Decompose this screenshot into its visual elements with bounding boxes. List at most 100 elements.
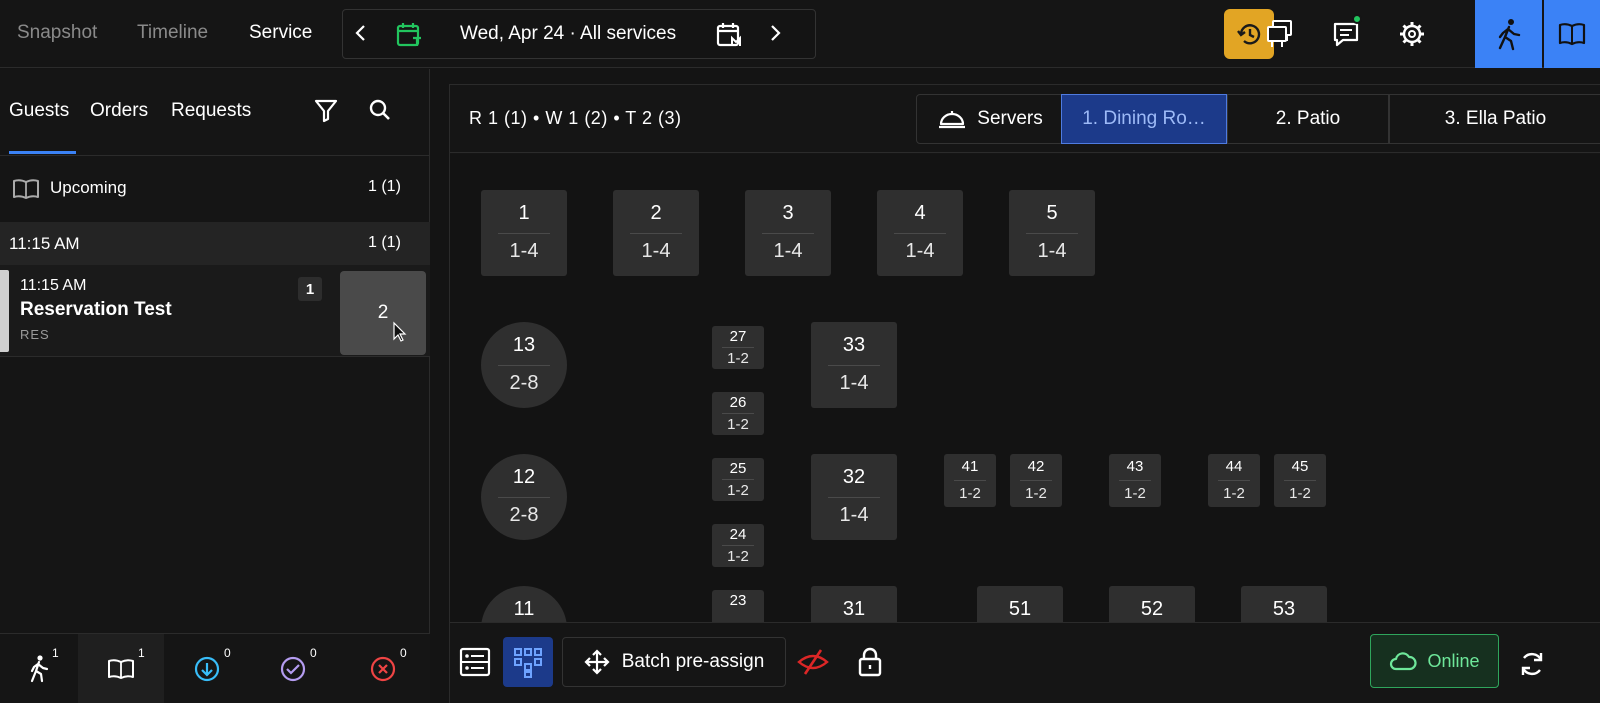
- search-icon[interactable]: [366, 96, 394, 124]
- assigned-table-chip[interactable]: 2: [340, 271, 426, 355]
- floor-table[interactable]: 2 1-4: [613, 190, 699, 276]
- table-divider: [1026, 233, 1078, 234]
- cancelled-filter[interactable]: 0: [336, 634, 430, 703]
- tab-snapshot[interactable]: Snapshot: [17, 22, 97, 44]
- batch-pre-assign-button[interactable]: Batch pre-assign: [562, 637, 786, 687]
- table-number: 13: [512, 334, 536, 356]
- hide-button[interactable]: [788, 637, 838, 687]
- calendar-icon[interactable]: [395, 20, 423, 48]
- chevron-left-icon[interactable]: [349, 21, 373, 45]
- time-group-header: 11:15 AM 1 (1): [0, 222, 430, 265]
- floor-table[interactable]: 43 1-2: [1109, 454, 1161, 507]
- combine-tables-button[interactable]: [1257, 11, 1303, 57]
- floor-table[interactable]: 11: [481, 586, 567, 622]
- tab-service[interactable]: Service: [249, 22, 312, 44]
- floor-view-button[interactable]: [503, 637, 553, 687]
- date-label[interactable]: Wed, Apr 24 · All services: [460, 23, 676, 45]
- floor-table[interactable]: 32 1-4: [811, 454, 897, 540]
- status-bar: [0, 270, 9, 352]
- floor-table[interactable]: 26 1-2: [712, 392, 764, 435]
- table-number: 24: [729, 526, 747, 543]
- table-capacity: 1-4: [839, 372, 869, 394]
- floor-table[interactable]: 41 1-2: [944, 454, 996, 507]
- floor-table[interactable]: 23: [712, 590, 764, 622]
- calendar-m-icon[interactable]: [715, 20, 743, 48]
- time-group-label: 11:15 AM: [9, 234, 80, 253]
- floor-table[interactable]: 52: [1109, 586, 1195, 622]
- upcoming-row[interactable]: Upcoming 1 (1): [0, 156, 430, 222]
- table-capacity: 1-4: [509, 240, 539, 262]
- time-group-count: 1 (1): [368, 234, 401, 251]
- notification-dot: [1352, 14, 1362, 24]
- room-tab-ella-patio[interactable]: 3. Ella Patio: [1389, 94, 1600, 144]
- tab-requests[interactable]: Requests: [171, 100, 251, 122]
- table-capacity: 1-2: [959, 485, 981, 502]
- online-status-button[interactable]: Online: [1370, 634, 1499, 688]
- table-capacity: 1-2: [1124, 485, 1146, 502]
- floor-table[interactable]: 3 1-4: [745, 190, 831, 276]
- floor-table[interactable]: 45 1-2: [1274, 454, 1326, 507]
- walk-in-filter[interactable]: 1: [0, 634, 78, 703]
- tab-orders[interactable]: Orders: [90, 100, 148, 122]
- table-divider: [722, 347, 754, 348]
- walk-in-count: 1: [52, 646, 59, 660]
- table-capacity: 1-2: [727, 482, 749, 499]
- floor-table[interactable]: 31: [811, 586, 897, 622]
- floor-table[interactable]: 4 1-4: [877, 190, 963, 276]
- floor-table[interactable]: 33 1-4: [811, 322, 897, 408]
- table-number: 31: [842, 598, 866, 620]
- table-divider: [894, 233, 946, 234]
- top-bar: Snapshot Timeline Service Wed, Apr 24 · …: [0, 0, 1600, 68]
- floor-table[interactable]: 44 1-2: [1208, 454, 1260, 507]
- floor-toolbar: Batch pre-assign Online: [450, 622, 1600, 703]
- sync-button[interactable]: [1507, 639, 1557, 689]
- settings-button[interactable]: [1389, 11, 1435, 57]
- reservations-filter[interactable]: 1: [78, 634, 164, 703]
- table-number: 41: [961, 458, 979, 475]
- floor-table[interactable]: 25 1-2: [712, 458, 764, 501]
- table-capacity: 1-2: [727, 350, 749, 367]
- tab-guests[interactable]: Guests: [9, 100, 69, 122]
- reservations-tab[interactable]: [1544, 0, 1600, 68]
- sync-icon: [1521, 653, 1543, 675]
- table-capacity: 2-8: [509, 372, 539, 394]
- upcoming-count: 1 (1): [368, 178, 401, 195]
- floor-table[interactable]: 13 2-8: [481, 322, 567, 408]
- floor-table[interactable]: 24 1-2: [712, 524, 764, 567]
- floor-table[interactable]: 42 1-2: [1010, 454, 1062, 507]
- table-capacity: 2-8: [509, 504, 539, 526]
- floor-table[interactable]: 12 2-8: [481, 454, 567, 540]
- completed-filter[interactable]: 0: [250, 634, 336, 703]
- table-number: 45: [1291, 458, 1309, 475]
- table-capacity: 1-4: [839, 504, 869, 526]
- list-view-button[interactable]: [450, 637, 500, 687]
- chat-button[interactable]: [1323, 11, 1369, 57]
- tab-timeline[interactable]: Timeline: [137, 22, 208, 44]
- filter-icon[interactable]: [312, 96, 340, 124]
- table-divider: [630, 233, 682, 234]
- table-number: 52: [1140, 598, 1164, 620]
- floor-table[interactable]: 53: [1241, 586, 1327, 622]
- arrived-filter[interactable]: 0: [164, 634, 250, 703]
- floor-table[interactable]: 1 1-4: [481, 190, 567, 276]
- servers-button[interactable]: Servers: [916, 94, 1064, 144]
- table-number: 43: [1126, 458, 1144, 475]
- reservation-row[interactable]: 11:15 AM Reservation Test RES 1 2: [0, 265, 430, 357]
- floor-table[interactable]: 27 1-2: [712, 326, 764, 369]
- walk-in-icon: [30, 655, 49, 683]
- chevron-right-icon[interactable]: [763, 21, 787, 45]
- party-size-badge: 1: [298, 277, 322, 301]
- floor-table[interactable]: 51: [977, 586, 1063, 622]
- room-tab-dining-room[interactable]: 1. Dining Ro…: [1061, 94, 1227, 144]
- floor-canvas: 1 1-4 2 1-4 3 1-4 4 1-4 5 1-4 13 2-8 12 2-8 11 27 1-2 26 1…: [450, 154, 1600, 622]
- walk-in-tab[interactable]: [1475, 0, 1542, 68]
- lock-button[interactable]: [845, 637, 895, 687]
- table-number: 42: [1027, 458, 1045, 475]
- online-label: Online: [1427, 650, 1480, 671]
- floor-table[interactable]: 5 1-4: [1009, 190, 1095, 276]
- table-number: 23: [729, 592, 747, 609]
- table-capacity: 1-2: [1025, 485, 1047, 502]
- table-capacity: 1-4: [905, 240, 935, 262]
- assigned-table-number: 2: [377, 302, 389, 323]
- room-tab-patio[interactable]: 2. Patio: [1227, 94, 1389, 144]
